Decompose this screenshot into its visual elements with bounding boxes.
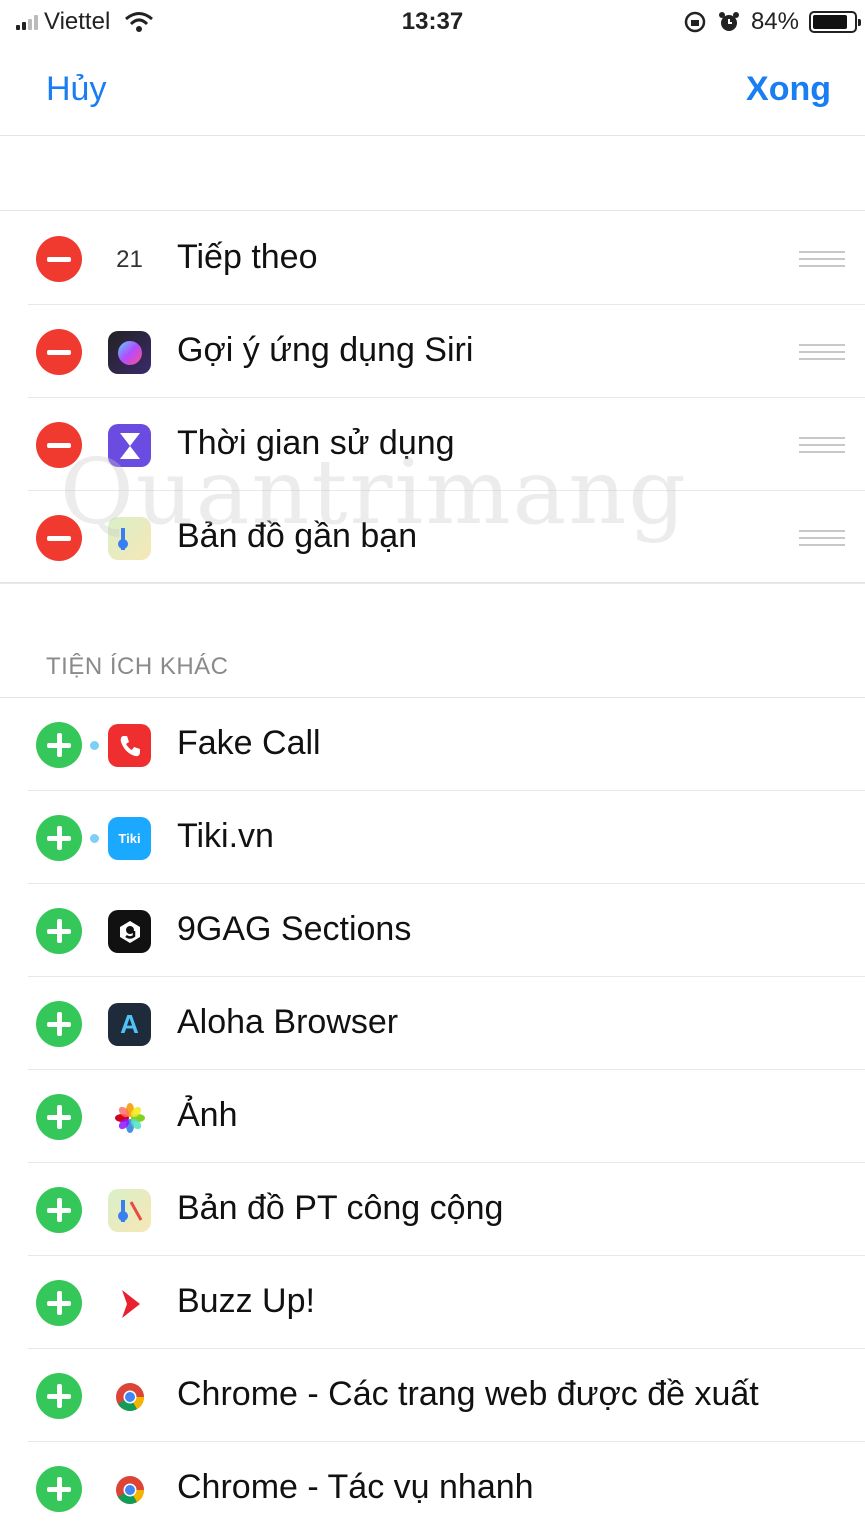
calendar-icon: 21 xyxy=(108,238,151,281)
remove-button[interactable] xyxy=(36,422,82,468)
status-bar: Viettel 13:37 84% xyxy=(0,0,865,46)
reorder-handle-icon[interactable] xyxy=(799,437,845,455)
widget-row-chrome-suggested: Chrome - Các trang web được đề xuất xyxy=(0,1349,865,1442)
tiki-icon: Tiki xyxy=(108,817,151,860)
remove-button[interactable] xyxy=(36,515,82,561)
alarm-icon xyxy=(718,12,739,31)
widget-label: Bản đồ gần bạn xyxy=(177,517,418,555)
add-button[interactable] xyxy=(36,1280,82,1326)
widget-row-up-next: 21 Tiếp theo xyxy=(0,212,865,305)
widget-label: Tiki.vn xyxy=(177,817,274,855)
buzz-icon xyxy=(108,1282,151,1325)
spacer xyxy=(0,137,865,211)
widget-row-aloha: A Aloha Browser xyxy=(0,977,865,1070)
widget-row-fake-call: Fake Call xyxy=(0,698,865,791)
battery-icon xyxy=(809,11,861,33)
more-widgets-list: Fake Call Tiki Tiki.vn 9GAG Sections A A… xyxy=(0,698,865,1528)
add-button[interactable] xyxy=(36,1466,82,1512)
new-indicator xyxy=(90,834,99,843)
cancel-button[interactable]: Hủy xyxy=(46,70,106,109)
done-button[interactable]: Xong xyxy=(746,70,831,109)
widget-label: Bản đồ PT công cộng xyxy=(177,1189,504,1227)
add-button[interactable] xyxy=(36,722,82,768)
section-title: TIỆN ÍCH KHÁC xyxy=(46,653,229,680)
widget-label: Chrome - Các trang web được đề xuất xyxy=(177,1375,759,1413)
widget-label: Buzz Up! xyxy=(177,1282,315,1320)
more-widgets-header: TIỆN ÍCH KHÁC xyxy=(0,582,865,698)
maps-icon xyxy=(108,1189,151,1232)
chrome-icon xyxy=(108,1468,151,1511)
phone-icon xyxy=(108,724,151,767)
photos-icon xyxy=(108,1096,151,1139)
reorder-handle-icon[interactable] xyxy=(799,344,845,362)
add-button[interactable] xyxy=(36,1001,82,1047)
add-button[interactable] xyxy=(36,815,82,861)
remove-button[interactable] xyxy=(36,236,82,282)
reorder-handle-icon[interactable] xyxy=(799,530,845,548)
widget-label: Chrome - Tác vụ nhanh xyxy=(177,1468,534,1506)
add-button[interactable] xyxy=(36,1187,82,1233)
maps-icon xyxy=(108,517,151,560)
widget-label: Thời gian sử dụng xyxy=(177,424,455,462)
widget-row-transit-maps: Bản đồ PT công cộng xyxy=(0,1163,865,1256)
active-widgets-list: 21 Tiếp theo Gợi ý ứng dụng Siri Thời gi… xyxy=(0,212,865,584)
widget-row-photos: Ảnh xyxy=(0,1070,865,1163)
siri-icon xyxy=(108,331,151,374)
add-button[interactable] xyxy=(36,1094,82,1140)
widget-label: Gợi ý ứng dụng Siri xyxy=(177,331,474,369)
battery-level xyxy=(813,15,847,29)
9gag-icon xyxy=(108,910,151,953)
widget-row-9gag: 9GAG Sections xyxy=(0,884,865,977)
widget-label: Fake Call xyxy=(177,724,321,762)
screen-time-icon xyxy=(108,424,151,467)
nav-bar: Hủy Xong xyxy=(0,46,865,136)
widget-row-buzz-up: Buzz Up! xyxy=(0,1256,865,1349)
widget-label: Tiếp theo xyxy=(177,238,318,276)
status-right: 84% xyxy=(683,8,861,36)
battery-percent: 84% xyxy=(750,8,799,35)
chrome-icon xyxy=(108,1375,151,1418)
widget-row-screen-time: Thời gian sử dụng xyxy=(0,398,865,491)
add-button[interactable] xyxy=(36,1373,82,1419)
remove-button[interactable] xyxy=(36,329,82,375)
add-button[interactable] xyxy=(36,908,82,954)
aloha-icon: A xyxy=(108,1003,151,1046)
widget-label: Aloha Browser xyxy=(177,1003,399,1041)
widget-row-tiki: Tiki Tiki.vn xyxy=(0,791,865,884)
widget-row-chrome-quick-actions: Chrome - Tác vụ nhanh xyxy=(0,1442,865,1528)
widget-row-maps-nearby: Bản đồ gần bạn xyxy=(0,491,865,584)
widget-label: Ảnh xyxy=(177,1096,238,1134)
widget-row-siri-suggestions: Gợi ý ứng dụng Siri xyxy=(0,305,865,398)
reorder-handle-icon[interactable] xyxy=(799,251,845,269)
rotation-lock-icon xyxy=(684,11,706,33)
widget-label: 9GAG Sections xyxy=(177,910,412,948)
new-indicator xyxy=(90,741,99,750)
